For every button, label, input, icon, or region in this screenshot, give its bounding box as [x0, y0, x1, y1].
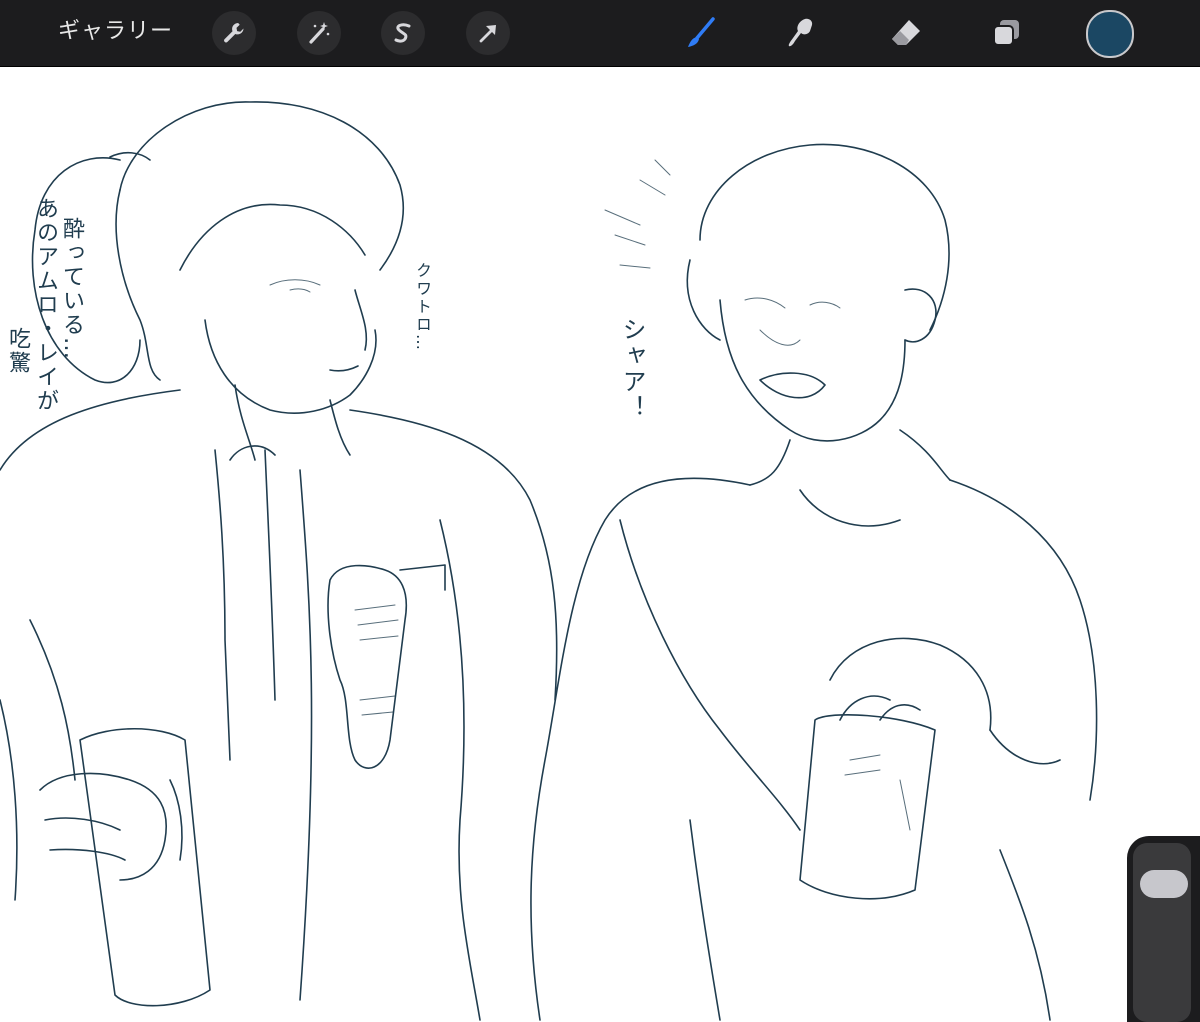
smudge-tool-button[interactable] — [779, 10, 825, 56]
bubble-text-line-2: 酔っている… — [59, 217, 84, 361]
smudge-icon — [788, 18, 813, 47]
drawing-canvas[interactable]: あのアムロ・レイが 酔っている… 吃驚 クワトロ… シャア！ — [0, 67, 1200, 1022]
brush-tool-button[interactable] — [677, 10, 723, 56]
selection-s-icon — [394, 23, 411, 43]
eraser-tool-button[interactable] — [883, 10, 929, 56]
transform-arrow-icon — [479, 25, 496, 43]
top-toolbar: ギャラリー — [0, 0, 1200, 67]
magic-wand-icon — [309, 22, 330, 44]
adjustments-button[interactable] — [297, 11, 341, 55]
selection-button[interactable] — [381, 11, 425, 55]
color-picker-button[interactable] — [1086, 10, 1134, 58]
wrench-icon — [224, 23, 244, 43]
bubble-text-line-1: あのアムロ・レイが — [33, 197, 58, 413]
sfx-text: クワトロ… — [413, 262, 432, 352]
gallery-button[interactable]: ギャラリー — [58, 16, 173, 48]
shout-text: シャア！ — [618, 317, 646, 421]
exclaim-text: 吃驚 — [5, 327, 30, 375]
eraser-icon — [892, 20, 920, 45]
brush-size-handle[interactable] — [1140, 870, 1188, 898]
brush-icon — [688, 17, 715, 47]
actions-button[interactable] — [212, 11, 256, 55]
transform-button[interactable] — [466, 11, 510, 55]
layers-button[interactable] — [983, 10, 1029, 56]
sketch-artwork — [0, 101, 1098, 1021]
layers-icon — [993, 20, 1019, 46]
